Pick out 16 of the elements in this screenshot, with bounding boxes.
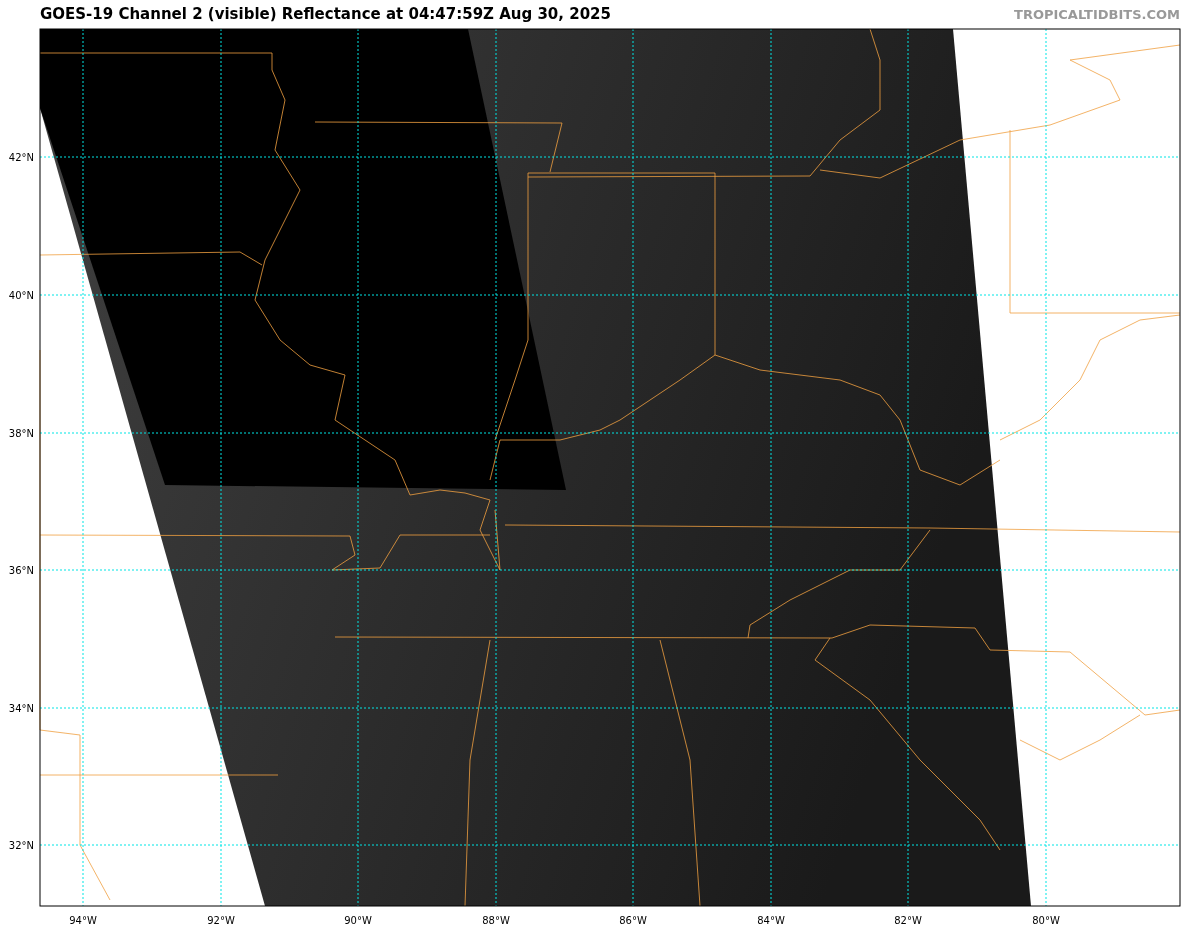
- latitude-label: 34°N: [8, 703, 34, 714]
- longitude-label: 80°W: [1032, 915, 1060, 926]
- latitude-label: 38°N: [8, 428, 34, 439]
- latitude-label: 32°N: [8, 840, 34, 851]
- longitude-label: 82°W: [894, 915, 922, 926]
- latitude-label: 40°N: [8, 290, 34, 301]
- site-watermark-label: TROPICALTIDBITS.COM: [1014, 6, 1180, 22]
- latitude-label: 36°N: [8, 565, 34, 576]
- longitude-label: 84°W: [757, 915, 785, 926]
- longitude-label: 94°W: [69, 915, 97, 926]
- longitude-label: 88°W: [482, 915, 510, 926]
- map-title: GOES-19 Channel 2 (visible) Reflectance at 04:47:59Z Aug 30, 2025: [40, 5, 611, 23]
- longitude-label: 92°W: [207, 915, 235, 926]
- longitude-label: 90°W: [344, 915, 372, 926]
- longitude-label: 86°W: [619, 915, 647, 926]
- latitude-label: 42°N: [8, 152, 34, 163]
